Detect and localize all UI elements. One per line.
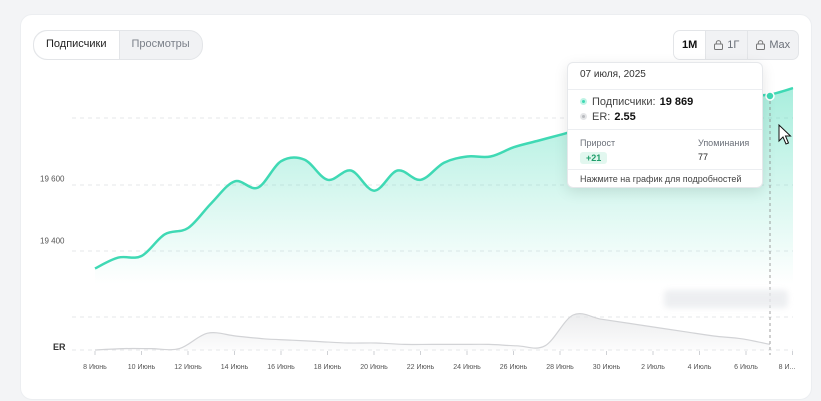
x-tick-label: 30 Июнь — [593, 364, 621, 371]
x-tick-label: 10 Июнь — [128, 364, 156, 371]
x-tick-label: 12 Июнь — [174, 364, 202, 371]
x-tick-label: 8 Июнь — [83, 364, 107, 371]
x-tick-label: 8 И... — [779, 364, 796, 371]
x-tick-label: 6 Июль — [734, 364, 758, 371]
watermark — [664, 290, 788, 308]
tooltip-er-value: 2.55 — [614, 110, 636, 123]
tooltip-date: 07 июля, 2025 — [568, 63, 762, 90]
tooltip-er-label: ER: — [592, 110, 611, 123]
x-tick-label: 2 Июль — [641, 364, 665, 371]
tooltip-er-row: ER: 2.55 — [568, 109, 762, 124]
x-tick-label: 22 Июнь — [407, 364, 435, 371]
growth-badge: +21 — [580, 152, 608, 164]
tooltip-hint: Нажмите на график для подробностей — [568, 169, 762, 189]
growth-label: Прирост — [580, 138, 616, 148]
x-tick-label: 4 Июль — [688, 364, 712, 371]
y-tick-label: 19 600 — [40, 174, 65, 183]
subscribers-dot-icon — [580, 98, 587, 105]
x-tick-label: 18 Июнь — [314, 364, 342, 371]
subscribers-chart[interactable]: 19 400 19 600 8 Июнь 10 Июнь 12 Июнь 14 Июнь… — [0, 0, 821, 401]
er-dot-icon — [580, 113, 587, 120]
er-axis-label: ER — [53, 342, 66, 352]
x-tick-label: 24 Июнь — [453, 364, 481, 371]
mentions-label: Упоминания — [698, 138, 750, 148]
tooltip-subscribers-value: 19 869 — [659, 95, 694, 108]
hover-point — [765, 91, 775, 101]
x-tick-label: 26 Июнь — [500, 364, 528, 371]
chart-tooltip: 07 июля, 2025 Подписчики: 19 869 ER: 2.5… — [567, 62, 763, 188]
x-tick-label: 28 Июнь — [546, 364, 574, 371]
tooltip-subscribers-label: Подписчики: — [592, 95, 656, 108]
x-tick-label: 14 Июнь — [221, 364, 249, 371]
x-tick-label: 16 Июнь — [267, 364, 295, 371]
y-tick-label: 19 400 — [40, 236, 65, 245]
tooltip-subscribers-row: Подписчики: 19 869 — [568, 94, 762, 109]
tooltip-stats: Прирост +21 Упоминания 77 — [568, 129, 762, 166]
x-tick-label: 20 Июнь — [360, 364, 388, 371]
mentions-value: 77 — [698, 152, 709, 162]
